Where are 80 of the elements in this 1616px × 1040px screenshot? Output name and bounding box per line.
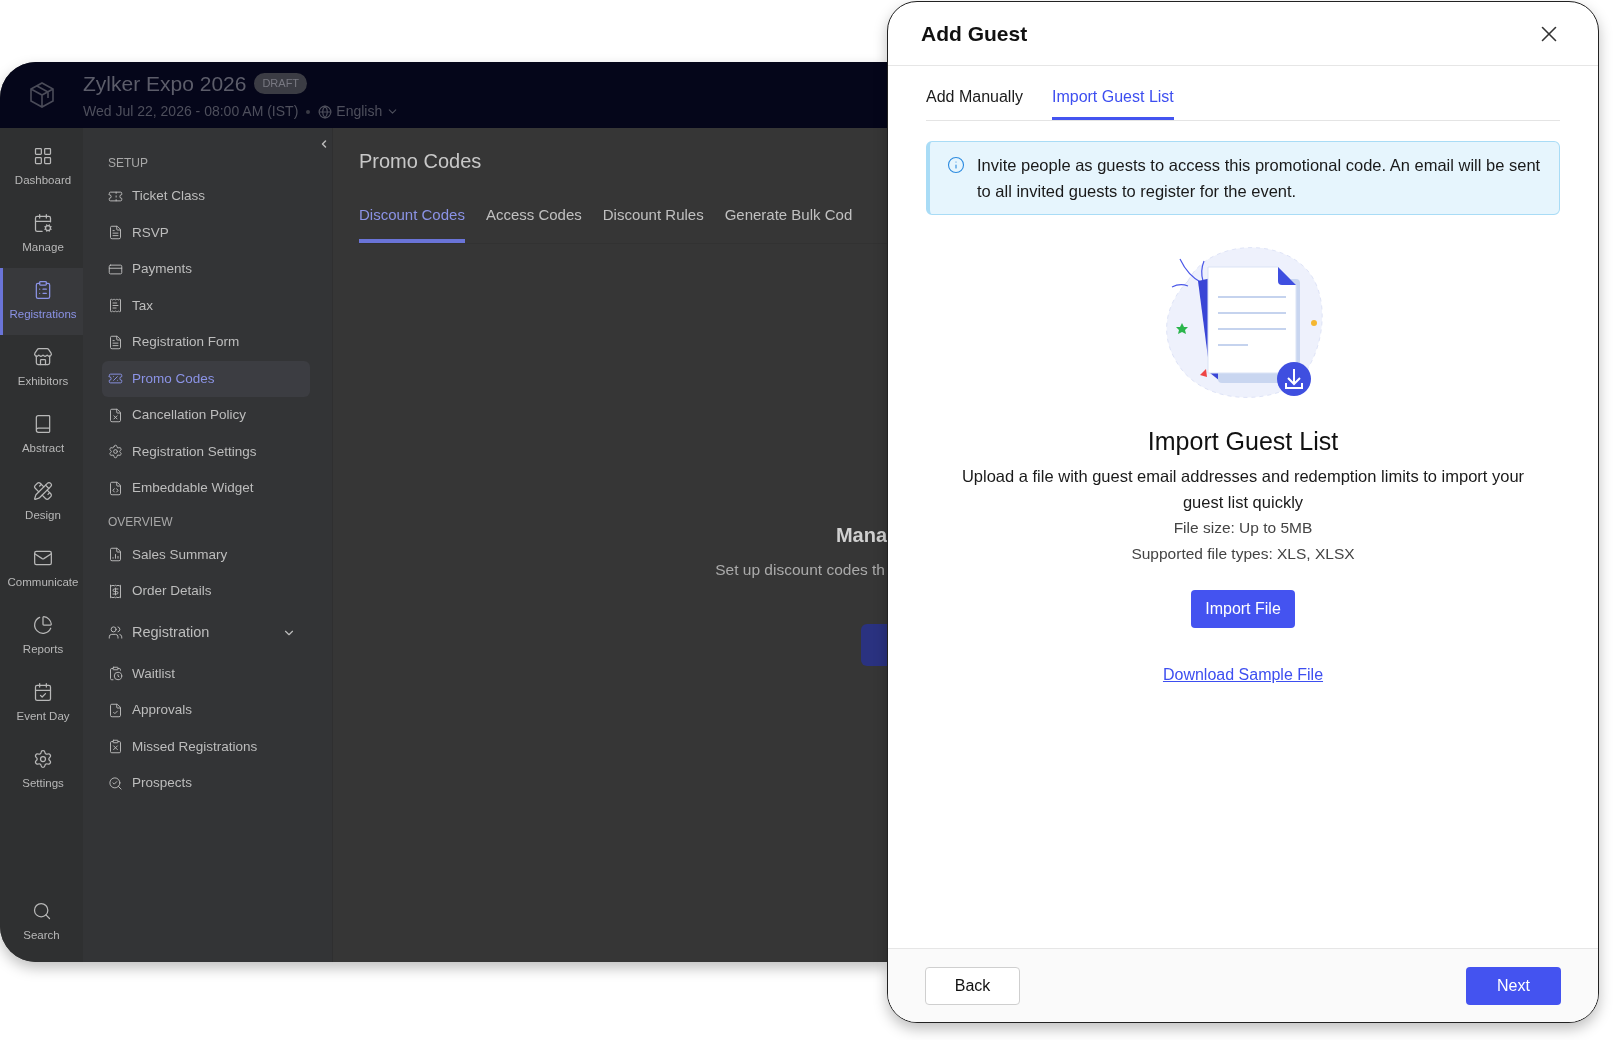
submenu-item[interactable]: Registration Form: [102, 324, 310, 361]
rail-item[interactable]: Manage: [0, 201, 83, 268]
description-text: Upload a file with guest email addresses and redemption limits to import your guest list quickly: [960, 465, 1526, 513]
submenu-item[interactable]: Ticket Class: [102, 178, 310, 215]
section-heading: Import Guest List: [1147, 426, 1339, 457]
rail-icon: [33, 614, 53, 635]
next-button[interactable]: Next: [1466, 966, 1561, 1005]
info-text: Invite people as guests to access this promotional code. An email will be sent to all invited guests to register for the event.: [977, 155, 1542, 202]
menu-icon: [108, 371, 123, 387]
rail-item[interactable]: Settings: [0, 737, 83, 804]
menu-icon: [108, 666, 123, 682]
rail-item[interactable]: Abstract: [0, 402, 83, 469]
event-title: Zylker Expo 2026: [83, 70, 247, 97]
rail-item[interactable]: Registrations: [0, 268, 83, 335]
rail-icon: [33, 212, 53, 233]
modal-tab[interactable]: Add Manually: [926, 85, 1023, 120]
globe-icon: [318, 104, 333, 119]
file-size-text: File size: Up to 5MB: [1173, 517, 1313, 538]
menu-icon: [108, 480, 123, 496]
import-file-button[interactable]: Import File: [1191, 589, 1295, 628]
submenu-item[interactable]: Order Details: [102, 573, 310, 610]
menu-icon: [108, 225, 123, 241]
submenu-item[interactable]: Missed Registrations: [102, 728, 310, 765]
menu-icon: [108, 444, 123, 460]
download-sample-link[interactable]: Download Sample File: [1162, 662, 1324, 687]
logo-icon: [28, 81, 55, 109]
modal-title: Add Guest: [921, 20, 1028, 47]
section-heading: OVERVIEW: [107, 513, 174, 531]
info-icon: [947, 156, 965, 174]
rail-icon: [33, 480, 53, 501]
rail-icon: [33, 346, 53, 367]
submenu-item[interactable]: Sales Summary: [102, 536, 310, 573]
content-tab[interactable]: Discount Rules: [602, 204, 704, 243]
submenu-item[interactable]: RSVP: [102, 214, 310, 251]
page-title: Promo Codes: [359, 149, 483, 174]
submenu-item[interactable]: Registration Settings: [102, 433, 310, 470]
content-tab[interactable]: Generate Bulk Cod: [724, 204, 853, 243]
rail-item[interactable]: Exhibitors: [0, 335, 83, 402]
rail-item[interactable]: Event Day: [0, 670, 83, 737]
rail-icon: [33, 145, 53, 166]
content-tab[interactable]: Access Codes: [485, 204, 582, 243]
submenu-item[interactable]: Tax: [102, 287, 310, 324]
modal-tab[interactable]: Import Guest List: [1051, 85, 1174, 120]
submenu-item[interactable]: Prospects: [102, 765, 310, 802]
submenu-item[interactable]: Cancellation Policy: [102, 397, 310, 434]
event-datetime: Wed Jul 22, 2026 - 08:00 AM (IST): [83, 102, 299, 122]
menu-icon: [108, 407, 123, 423]
submenu-item[interactable]: Payments: [102, 251, 310, 288]
menu-icon: [108, 261, 123, 277]
menu-icon: [108, 583, 123, 599]
menu-icon: [108, 625, 123, 640]
rail-icon: [33, 748, 53, 769]
rail-icon: [33, 413, 53, 434]
content-tab[interactable]: Discount Codes: [359, 204, 465, 243]
submenu-item[interactable]: Approvals: [102, 692, 310, 729]
empty-state-title: Mana: [835, 522, 887, 548]
menu-icon: [108, 547, 123, 563]
rail-icon: [33, 681, 53, 702]
submenu-item[interactable]: Embeddable Widget: [102, 470, 310, 507]
section-heading: SETUP: [107, 155, 149, 172]
menu-icon: [108, 188, 123, 204]
menu-icon: [108, 702, 123, 718]
menu-icon: [108, 298, 123, 314]
status-badge: DRAFT: [254, 73, 308, 94]
menu-icon: [108, 334, 123, 350]
submenu-item[interactable]: Waitlist: [102, 655, 310, 692]
submenu-item[interactable]: Registration: [102, 609, 310, 656]
menu-icon: [108, 775, 123, 791]
rail-item[interactable]: Communicate: [0, 536, 83, 603]
rail-item[interactable]: Dashboard: [0, 134, 83, 201]
search-icon: [31, 901, 52, 922]
rail-item[interactable]: Reports: [0, 603, 83, 670]
rail-item[interactable]: Design: [0, 469, 83, 536]
rail-search[interactable]: Search: [0, 884, 83, 962]
submenu-item[interactable]: Promo Codes: [102, 360, 310, 397]
rail-icon: [33, 279, 53, 300]
menu-icon: [108, 739, 123, 755]
file-types-text: Supported file types: XLS, XLSX: [1131, 543, 1355, 564]
empty-state-text: Set up discount codes th: [715, 559, 886, 580]
back-button[interactable]: Back: [925, 966, 1020, 1005]
